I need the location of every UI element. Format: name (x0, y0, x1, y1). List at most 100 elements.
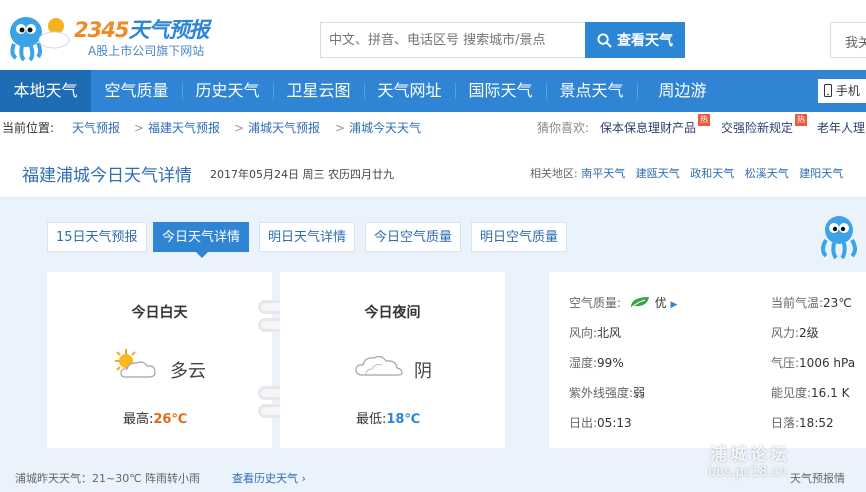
air-quality-row[interactable]: 空气质量: 优 ▶ (569, 294, 677, 311)
sunrise-row: 日出:05:13 (569, 414, 632, 431)
watermark-url: bbs.pc18.cn (708, 465, 787, 480)
nav-local-weather[interactable]: 本地天气 (0, 70, 91, 112)
history-weather-link[interactable]: 查看历史天气 › (232, 470, 306, 486)
day-condition: 多云 (170, 361, 206, 382)
humidity-row: 湿度:99% (569, 354, 624, 371)
weather-note-link[interactable]: 天气预报情 (790, 470, 845, 486)
sunset-value: 18:52 (799, 416, 834, 430)
day-high-temp: 26℃ (153, 412, 188, 427)
visibility-value: 16.1 K (811, 386, 850, 400)
nav-international[interactable]: 国际天气 (455, 70, 546, 112)
login-button[interactable]: 我关 (830, 22, 866, 58)
breadcrumb-label: 当前位置: (2, 121, 55, 135)
nav-nearby-travel[interactable]: 周边游 (637, 70, 728, 112)
cloudy-icon (355, 355, 403, 376)
ad-link[interactable]: 老年人理 (817, 112, 865, 144)
hot-badge: 热 (698, 114, 710, 126)
day-temp-label: 最高: (123, 412, 154, 427)
nav-scenic[interactable]: 景点天气 (546, 70, 637, 112)
night-title: 今日夜间 (364, 305, 421, 321)
current-temp-row: 当前气温:23℃ (771, 294, 852, 311)
breadcrumb-sep: > (335, 121, 346, 135)
night-temp: 最低:18℃ (356, 408, 420, 427)
breadcrumb-item[interactable]: 天气预报 (72, 112, 120, 144)
uv-row: 紫外线强度:弱 (569, 384, 645, 401)
related-link[interactable]: 政和天气 (690, 167, 734, 180)
breadcrumb-item-current[interactable]: 浦城今天天气 (349, 112, 421, 144)
breadcrumb-item[interactable]: 浦城天气预报 (248, 112, 320, 144)
air-quality-label: 空气质量: (569, 296, 622, 310)
night-panel: 今日夜间 阴 最低:18℃ (280, 272, 505, 448)
humidity-label: 湿度: (569, 356, 598, 370)
page-title-bar: 福建浦城今日天气详情 2017年05月24日 周三 农历四月廿九 相关地区: 南… (0, 146, 866, 198)
pressure-value: 1006 hPa (799, 356, 856, 370)
search-button-label: 查看天气 (617, 33, 673, 49)
sunrise-label: 日出: (569, 416, 598, 430)
leaf-icon (630, 297, 649, 308)
uv-label: 紫外线强度: (569, 386, 634, 400)
breadcrumb-sep: > (134, 121, 145, 135)
sunrise-value: 05:13 (597, 416, 632, 430)
tab-15day-forecast[interactable]: 15日天气预报 (47, 222, 147, 252)
current-temp-value: 23℃ (823, 296, 852, 310)
tab-tomorrow-detail[interactable]: 明日天气详情 (259, 222, 356, 252)
nav-history-weather[interactable]: 历史天气 (182, 70, 273, 112)
history-weather-label: 查看历史天气 (232, 472, 298, 485)
brand-logo-text: 天气预报 (128, 18, 209, 42)
sunset-label: 日落: (771, 416, 800, 430)
search-button[interactable]: 查看天气 (585, 22, 685, 58)
nav-weather-sites[interactable]: 天气网址 (364, 70, 455, 112)
nav-air-quality[interactable]: 空气质量 (91, 70, 182, 112)
chevron-right-icon: › (298, 472, 306, 485)
brand-logo-number: 2345 (74, 18, 129, 42)
mobile-link[interactable]: 手机 (818, 79, 866, 103)
breadcrumb-sep: > (234, 121, 245, 135)
logo-mascot-icon[interactable] (4, 10, 74, 62)
tab-tomorrow-air[interactable]: 明日空气质量 (471, 222, 568, 252)
mobile-link-label: 手机 (835, 84, 860, 98)
related-link[interactable]: 建瓯天气 (636, 167, 680, 180)
wind-level-value: 2级 (799, 326, 819, 340)
sunset-row: 日落:18:52 (771, 414, 834, 431)
header: 2345天气预报 A股上市公司旗下网站 查看天气 我关 (0, 0, 866, 70)
page-date: 2017年05月24日 周三 农历四月廿九 (210, 168, 394, 181)
related-link[interactable]: 南平天气 (581, 167, 625, 180)
watermark-title: 浦城论坛 (710, 445, 790, 465)
visibility-label: 能见度: (771, 386, 812, 400)
tab-today-air[interactable]: 今日空气质量 (365, 222, 462, 252)
visibility-row: 能见度:16.1 K (771, 384, 849, 401)
wind-direction-label: 风向: (569, 326, 598, 340)
night-temp-label: 最低: (356, 412, 387, 427)
wind-direction-row: 风向:北风 (569, 324, 621, 341)
day-title: 今日白天 (131, 305, 188, 321)
ad-link[interactable]: 保本保息理财产品 (600, 112, 696, 144)
air-quality-value: 优 (654, 296, 667, 310)
related-link[interactable]: 建阳天气 (799, 167, 843, 180)
search-input[interactable] (320, 22, 585, 58)
day-panel: 今日白天 多云 最高:26℃ (47, 272, 272, 448)
tab-today-detail[interactable]: 今日天气详情 (153, 222, 250, 252)
current-temp-label: 当前气温: (771, 296, 824, 310)
wind-level-row: 风力:2级 (771, 324, 819, 341)
night-condition: 阴 (414, 361, 432, 382)
wind-level-label: 风力: (771, 326, 800, 340)
brand-subtitle: A股上市公司旗下网站 (88, 44, 205, 58)
related-areas: 相关地区: 南平天气 建瓯天气 政和天气 松溪天气 建阳天气 (530, 165, 843, 181)
mascot-icon (821, 216, 857, 260)
pressure-label: 气压: (771, 356, 800, 370)
nav-satellite[interactable]: 卫星云图 (273, 70, 364, 112)
yesterday-weather: 浦城昨天天气：21~30℃ 阵雨转小雨 (15, 472, 201, 485)
ads-label: 猜你喜欢: (537, 121, 590, 135)
ad-link[interactable]: 交强险新规定 (721, 112, 793, 144)
partly-cloudy-icon (115, 349, 156, 378)
night-low-temp: 18℃ (386, 412, 421, 427)
breadcrumb-item[interactable]: 福建天气预报 (148, 112, 220, 144)
active-tab-arrow (195, 251, 209, 258)
brand-logo[interactable]: 2345天气预报 (74, 14, 209, 44)
main-nav: 本地天气 空气质量 历史天气 卫星云图 天气网址 国际天气 景点天气 周边游 手… (0, 70, 866, 112)
related-label: 相关地区: (530, 167, 578, 180)
related-link[interactable]: 松溪天气 (745, 167, 789, 180)
weather-details: 空气质量: 优 ▶ 风向:北风 湿度:99% 紫外线强度:弱 日出:05:13 … (549, 272, 866, 448)
chevron-right-icon: ▶ (670, 300, 678, 310)
day-temp: 最高:26℃ (123, 408, 187, 427)
